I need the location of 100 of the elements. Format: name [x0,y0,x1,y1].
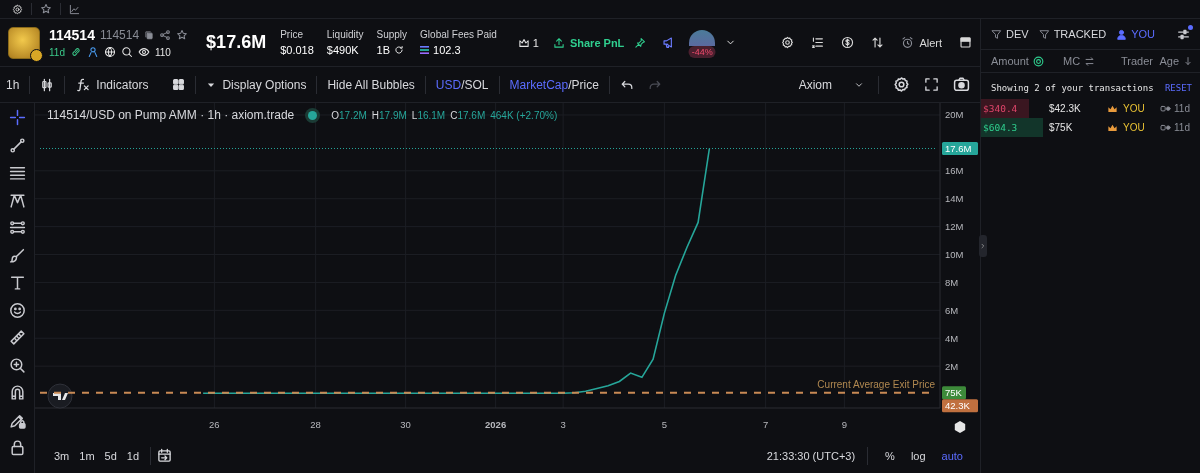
range-button[interactable]: 3m [49,449,75,462]
range-button[interactable]: 1m [74,449,100,462]
trader-name: YOU [1123,103,1145,114]
axis-label: 20M [945,109,964,121]
link-icon[interactable] [69,46,82,58]
chart-icon[interactable] [69,3,80,15]
eye-icon[interactable] [137,46,150,58]
column-header[interactable]: Age [1159,55,1179,67]
calendar-icon[interactable] [157,448,173,463]
lock-icon[interactable] [8,439,26,456]
ruler-icon[interactable] [8,329,26,346]
wallet-icon [1160,122,1172,133]
pin-icon[interactable] [634,36,647,49]
holder-count: 1 [532,36,539,49]
function-icon [75,77,91,92]
column-header[interactable]: Trader [1121,55,1153,67]
separator: / [568,77,572,92]
scale-option[interactable]: auto [936,449,968,462]
filter-settings-icon[interactable] [1177,27,1190,41]
alert-button[interactable]: Alert [901,36,942,49]
axis-label: 2M [945,360,959,372]
ohlc-value: H17.9M [371,109,407,121]
stat-value: 1B [376,44,390,56]
swap-icon[interactable] [1084,55,1096,67]
chart-legend: 114514/USD on Pump AMM · 1h · axiom.trade [47,108,295,122]
logo-icon[interactable] [47,383,73,409]
price-label: 17.6M [942,142,978,155]
ohlc-value: C17.6M [450,109,486,121]
scale-option[interactable]: log [905,449,931,462]
column-header[interactable]: MC [1063,55,1081,67]
interval-button[interactable]: 1h [6,77,20,92]
fullscreen-icon[interactable] [924,77,939,92]
column-header[interactable]: Amount [991,55,1029,67]
summary-text: Showing 2 of your transactions [991,83,1154,93]
theme-dropdown[interactable]: Axiom [798,77,864,92]
pattern-icon[interactable] [8,191,26,209]
grid-icon[interactable] [172,78,186,91]
collapse-handle[interactable] [979,235,987,257]
sort-icon[interactable] [871,36,885,49]
filter-tab[interactable]: DEV [991,28,1029,40]
reset-button[interactable]: RESET [1164,83,1192,93]
refresh-icon [394,45,404,55]
range-button[interactable]: 1d [121,449,145,462]
stat-value: $490K [326,44,359,56]
user-icon [1116,28,1128,40]
crown-icon [1107,103,1118,114]
globe-icon[interactable] [103,46,116,58]
currency-toggle[interactable]: SOL [464,77,489,92]
axis-label: 3 [560,419,566,430]
search-icon[interactable] [120,46,133,58]
arrow-down-icon[interactable] [1183,56,1193,66]
filter-tab[interactable]: TRACKED [1038,28,1107,40]
wallet-icon [1160,103,1172,114]
dollar-icon[interactable] [841,36,855,49]
upload-icon [552,36,565,49]
crosshair-icon[interactable] [8,109,26,126]
layout-icon[interactable] [959,36,972,49]
metric-toggle[interactable]: MarketCap [509,77,569,92]
user-avatar[interactable] [689,29,716,46]
brush-icon[interactable] [8,246,26,264]
person-icon[interactable] [86,46,99,58]
price-label: 42.3K [942,399,978,413]
crown-icon [517,36,530,49]
lines-icon[interactable] [8,219,26,236]
currency-toggle[interactable]: USD [435,77,462,92]
amount-bar [981,99,1029,118]
list-icon[interactable] [811,36,825,49]
ohlc-value: O17.2M [331,109,367,121]
camera-icon[interactable] [953,76,970,93]
crown-icon [1107,122,1118,133]
emoji-icon[interactable] [8,301,26,319]
fibonacci-icon[interactable] [8,164,26,181]
candlestick-icon[interactable] [40,77,55,92]
axis-label: 26 [209,419,220,430]
copy-icon[interactable] [144,30,155,40]
price-label: 75K [942,386,966,400]
volume-value: 464K (+2.70%) [490,109,558,121]
star-icon[interactable] [40,3,52,15]
indicators-button[interactable]: Indicators [75,77,149,92]
range-button[interactable]: 5d [99,449,122,462]
share-icon[interactable] [159,29,172,41]
zoom-in-icon[interactable] [8,356,26,374]
star-icon[interactable] [176,29,189,41]
display-options-button[interactable]: Display Options [206,77,307,92]
axis-label: 2026 [485,419,507,430]
market-cap: $17.6M [206,32,267,53]
text-tool-icon[interactable] [8,274,26,291]
filter-tab[interactable]: YOU [1116,28,1156,40]
trade-amount: $604.3 [983,122,1018,133]
stat-value: $0.018 [280,44,314,56]
trend-line-icon[interactable] [8,136,26,154]
coin-icon[interactable] [1032,55,1044,67]
hide-bubbles-button[interactable]: Hide All Bubbles [327,77,415,92]
stat-label: Global Fees Paid [420,29,497,40]
share-pnl-button[interactable]: Share PnL [552,36,625,49]
magnet-icon[interactable] [8,384,26,401]
scale-option[interactable]: % [880,449,900,462]
trade-market-cap: $75K [1049,122,1074,133]
metric-toggle[interactable]: Price [571,77,599,92]
token-name: 114514 [49,27,95,43]
